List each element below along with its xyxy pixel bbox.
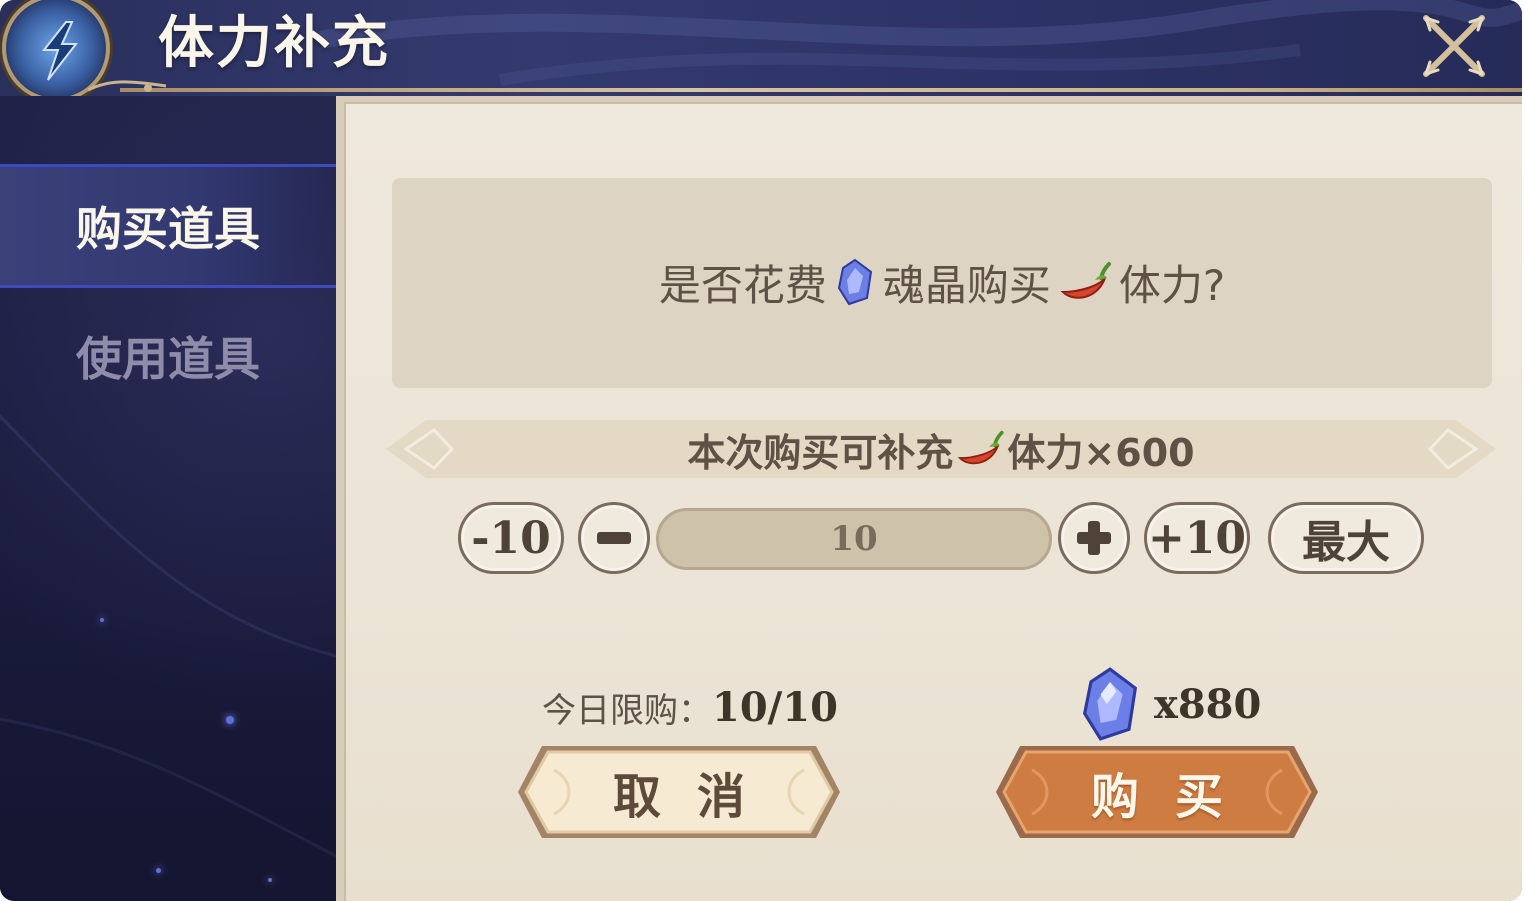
- question-suffix: 体力?: [1118, 260, 1226, 310]
- purchase-question: 是否花费 魂晶购买 体力?: [392, 250, 1492, 314]
- replenish-suffix: 体力×600: [1007, 430, 1195, 475]
- buy-button[interactable]: 购买: [992, 740, 1322, 844]
- close-button[interactable]: [1418, 12, 1490, 80]
- daily-limit: 今日限购： 10/10: [542, 682, 842, 732]
- max-button[interactable]: 最大: [1268, 502, 1424, 574]
- plus-button[interactable]: [1058, 502, 1130, 574]
- page-title: 体力补充: [158, 10, 390, 76]
- window-header: 体力补充: [0, 0, 1522, 102]
- replenish-banner: 本次购买可补充 体力×600: [386, 416, 1496, 482]
- question-prefix: 是否花费: [658, 260, 827, 310]
- stamina-pepper-icon: [1060, 262, 1111, 299]
- cost-value: x880: [1154, 680, 1262, 728]
- minus-button[interactable]: [578, 502, 650, 574]
- sparkle: [226, 716, 234, 724]
- header-divider: [120, 88, 1522, 92]
- soul-crystal-icon: [837, 258, 872, 306]
- replenish-text: 本次购买可补充 体力×600: [386, 416, 1496, 482]
- sparkle: [100, 618, 104, 622]
- sidebar: 购买道具 使用道具: [0, 96, 336, 901]
- sparkle: [156, 868, 161, 873]
- stamina-pepper-icon: [958, 430, 1005, 465]
- panel-paper: 是否花费 魂晶购买 体力? 本次购买可补充 体力×600 -10 10 +10 …: [344, 102, 1522, 901]
- quantity-value: 10: [830, 519, 878, 559]
- stamina-refill-window: 体力补充 购买道具 使用道具 是否花费 魂晶购买 体力? 本次购买可补充 体力×…: [0, 0, 1522, 901]
- daily-limit-value: 10/10: [712, 683, 838, 731]
- minus-icon: [597, 532, 631, 544]
- max-label: 最大: [1302, 517, 1390, 568]
- minus-10-button[interactable]: -10: [458, 502, 564, 574]
- sidebar-decor: [0, 414, 336, 858]
- purchase-cost: x880: [1078, 666, 1278, 742]
- close-icon: [1423, 15, 1485, 77]
- question-currency: 魂晶购买: [882, 260, 1051, 310]
- daily-limit-label: 今日限购：: [542, 690, 712, 731]
- plus-10-button[interactable]: +10: [1144, 502, 1250, 574]
- sparkle: [268, 878, 272, 882]
- purchase-panel: 是否花费 魂晶购买 体力? 本次购买可补充 体力×600 -10 10 +10 …: [336, 96, 1522, 901]
- minus-10-label: -10: [471, 512, 551, 564]
- lightning-bolt-icon: [41, 21, 79, 81]
- quantity-field[interactable]: 10: [656, 508, 1052, 570]
- cancel-label: 取消: [612, 769, 781, 825]
- soul-crystal-icon: [1082, 667, 1138, 741]
- cancel-button[interactable]: 取消: [514, 740, 844, 844]
- plus-10-label: +10: [1147, 512, 1247, 564]
- plus-icon: [1077, 521, 1111, 555]
- question-box: 是否花费 魂晶购买 体力?: [392, 178, 1492, 388]
- replenish-prefix: 本次购买可补充: [687, 430, 954, 475]
- buy-label: 购买: [1090, 769, 1259, 825]
